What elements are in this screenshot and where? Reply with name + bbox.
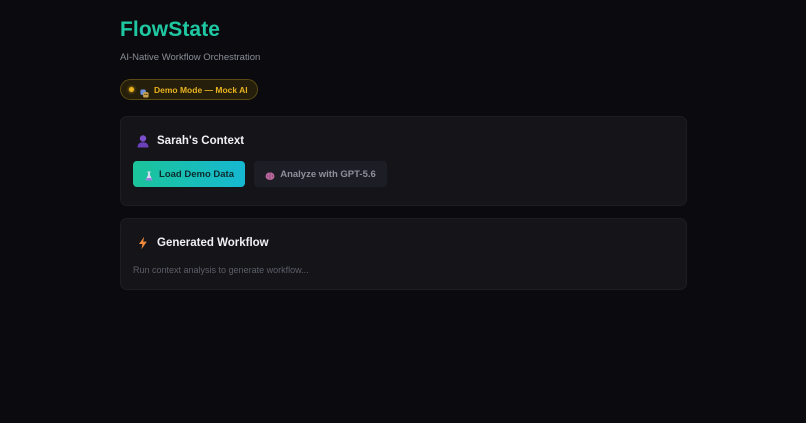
lightning-icon: [136, 236, 150, 250]
workflow-card-title: Generated Workflow: [157, 237, 269, 249]
context-card: Sarah's Context Load Demo Data Analyze w…: [120, 116, 687, 206]
workflow-card: Generated Workflow Run context analysis …: [120, 218, 687, 290]
context-card-header: Sarah's Context: [136, 134, 244, 148]
flask-icon: [144, 169, 154, 181]
demo-mode-label: Demo Mode — Mock AI: [154, 84, 248, 95]
person-icon: [136, 134, 150, 148]
theater-masks-icon: [140, 85, 149, 98]
analyze-label: Analyze with GPT-5.6: [280, 168, 376, 180]
analyze-button[interactable]: Analyze with GPT-5.6: [254, 161, 387, 187]
workflow-card-header: Generated Workflow: [136, 236, 269, 250]
brain-icon: [265, 169, 275, 180]
context-card-title: Sarah's Context: [157, 135, 245, 147]
workflow-placeholder: Run context analysis to generate workflo…: [133, 265, 309, 275]
load-demo-data-button[interactable]: Load Demo Data: [133, 161, 245, 187]
app-subtitle: AI-Native Workflow Orchestration: [120, 52, 261, 63]
demo-mode-badge: Demo Mode — Mock AI: [120, 79, 258, 100]
load-demo-data-label: Load Demo Data: [159, 168, 234, 180]
status-dot-icon: [129, 87, 134, 92]
app-title: FlowState: [120, 18, 221, 41]
